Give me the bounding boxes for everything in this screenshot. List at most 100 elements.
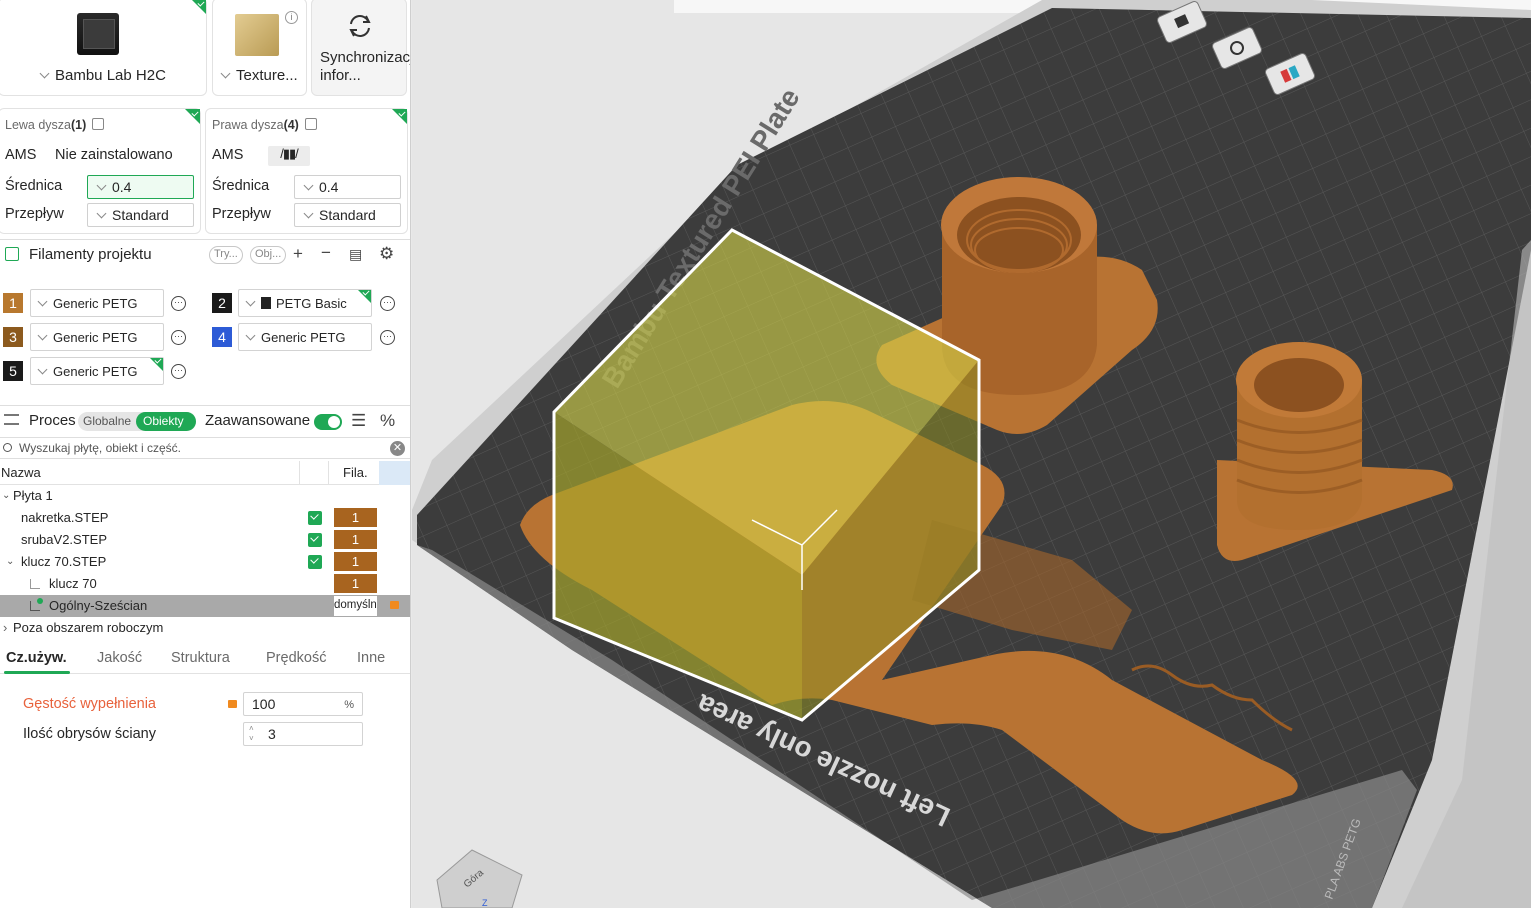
edit-icon[interactable] xyxy=(92,118,105,130)
tree-row[interactable]: ⌄ klucz 70.STEP 1 xyxy=(0,551,410,573)
tab-speed[interactable]: Prędkość xyxy=(266,650,326,666)
right-diameter-select[interactable]: 0.4 xyxy=(294,175,401,199)
sync-button[interactable]: Synchronizacja infor... xyxy=(311,0,411,96)
filament-select[interactable]: Generic PETG xyxy=(30,323,164,351)
layers-icon xyxy=(4,414,19,425)
check-badge-icon xyxy=(185,109,200,124)
edit-icon[interactable] xyxy=(304,118,317,130)
filament-icon xyxy=(5,247,19,261)
plate-card[interactable]: i Texture... xyxy=(212,0,307,96)
left-diameter-select[interactable]: 0.4 xyxy=(87,175,194,199)
printer-selector[interactable]: Bambu Lab H2C xyxy=(39,67,166,84)
walls-stepper[interactable]: ˄ ˅ 3 xyxy=(243,722,363,746)
filament-pill-2[interactable]: Obj... xyxy=(250,246,287,264)
more-icon[interactable]: ··· xyxy=(171,296,186,311)
left-flow-select[interactable]: Standard xyxy=(87,203,194,227)
scope-global[interactable]: Globalne xyxy=(83,414,131,428)
tab-structure[interactable]: Struktura xyxy=(171,650,230,666)
filament-select[interactable]: Generic PETG xyxy=(30,289,164,317)
scene[interactable]: Bambu Textured PEI Plate Left nozzle onl… xyxy=(412,0,1531,908)
ams-status: Nie zainstalowano xyxy=(55,147,173,163)
add-icon[interactable]: + xyxy=(293,245,303,262)
plate-name: Texture... xyxy=(236,67,298,84)
walls-label: Ilość obrysów ściany xyxy=(23,726,156,742)
tree-row[interactable]: ⌄ Płyta 1 xyxy=(0,485,410,507)
tab-underline xyxy=(4,671,70,674)
filament-swatch[interactable]: 4 xyxy=(212,327,232,347)
ams-label: AMS xyxy=(5,147,37,163)
object-search[interactable]: Wyszukaj płytę, obiekt i część. ✕ xyxy=(0,437,410,459)
right-flow-select[interactable]: Standard xyxy=(294,203,401,227)
3d-viewport[interactable]: Bambu Textured PEI Plate Left nozzle onl… xyxy=(412,0,1531,908)
filaments-header: Filamenty projektu Try... Obj... + − ▤ ⚙ xyxy=(0,239,410,269)
filament-sync-icon[interactable]: ▤ xyxy=(349,247,362,261)
process-title: Proces xyxy=(29,412,76,429)
filament-swatch[interactable]: 5 xyxy=(3,361,23,381)
tree-row-selected[interactable]: Ogólny-Sześcian domyślne xyxy=(0,595,410,617)
filament-select[interactable]: PETG Basic xyxy=(238,289,372,317)
printer-card[interactable]: Bambu Lab H2C xyxy=(0,0,207,96)
col-fila[interactable]: Fila. xyxy=(343,465,368,480)
filament-number[interactable]: 1 xyxy=(334,552,377,571)
flow-label: Przepływ xyxy=(212,206,271,222)
scope-objects[interactable]: Obiekty xyxy=(143,414,184,428)
right-nozzle-card: Prawa dysza(4) AMS /▮▮/ Średnica 0.4 Prz… xyxy=(205,108,408,234)
expand-icon[interactable]: ⌄ xyxy=(2,490,10,501)
filament-pill-1[interactable]: Try... xyxy=(209,246,243,264)
more-icon[interactable]: ··· xyxy=(380,330,395,345)
filament-number[interactable]: 1 xyxy=(334,574,377,593)
more-icon[interactable]: ··· xyxy=(171,364,186,379)
plate-selector[interactable]: Texture... xyxy=(220,67,298,84)
col-name[interactable]: Nazwa xyxy=(1,465,41,480)
expand-icon[interactable]: ⌄ xyxy=(6,556,14,567)
stepper-arrows-icon: ˄ ˅ xyxy=(249,724,254,743)
filament-swatch[interactable]: 3 xyxy=(3,327,23,347)
lock-icon[interactable] xyxy=(228,700,237,708)
filament-swatch[interactable]: 2 xyxy=(212,293,232,313)
visible-checkbox[interactable] xyxy=(308,555,322,569)
search-input[interactable]: Wyszukaj płytę, obiekt i część. xyxy=(19,441,181,455)
diameter-label: Średnica xyxy=(212,178,270,194)
more-icon[interactable]: ··· xyxy=(171,330,186,345)
sync-label: Synchronizacja infor... xyxy=(320,49,411,84)
filaments-title: Filamenty projektu xyxy=(29,246,152,263)
filament-number[interactable]: 1 xyxy=(334,508,377,527)
search-icon xyxy=(3,443,12,452)
left-panel: Bambu Lab H2C i Texture... Synchronizacj… xyxy=(0,0,411,908)
tree-row[interactable]: nakretka.STEP 1 xyxy=(0,507,410,529)
printer-name: Bambu Lab H2C xyxy=(55,67,166,84)
tab-quality[interactable]: Jakość xyxy=(97,650,142,666)
tab-other[interactable]: Inne xyxy=(357,650,385,666)
visible-checkbox[interactable] xyxy=(308,533,322,547)
tree-row[interactable]: srubaV2.STEP 1 xyxy=(0,529,410,551)
infill-label: Gęstość wypełnienia xyxy=(23,696,156,712)
gear-icon[interactable]: ⚙ xyxy=(379,245,394,262)
filament-select[interactable]: Generic PETG xyxy=(30,357,164,385)
filament-default[interactable]: domyślne xyxy=(334,596,377,616)
sync-icon xyxy=(349,15,371,37)
info-icon[interactable]: i xyxy=(285,11,298,24)
lock-icon[interactable] xyxy=(390,601,399,609)
filament-swatch[interactable]: 1 xyxy=(3,293,23,313)
remove-icon[interactable]: − xyxy=(321,244,331,261)
filament-select[interactable]: Generic PETG xyxy=(238,323,372,351)
percent-icon[interactable]: % xyxy=(380,412,395,429)
infill-input[interactable]: 100 % xyxy=(243,692,363,716)
chevron-down-icon xyxy=(220,68,231,79)
filament-number[interactable]: 1 xyxy=(334,530,377,549)
diameter-label: Średnica xyxy=(5,178,63,194)
visible-checkbox[interactable] xyxy=(308,511,322,525)
more-icon[interactable]: ··· xyxy=(380,296,395,311)
param-tabs: Cz.używ. Jakość Struktura Prędkość Inne xyxy=(0,645,410,674)
tree-row[interactable]: klucz 70 1 xyxy=(0,573,410,595)
ams-unit-icon[interactable]: /▮▮/ xyxy=(268,146,310,166)
tree-row[interactable]: › Poza obszarem roboczym xyxy=(0,617,410,639)
left-nozzle-card: Lewa dysza(1) AMS Nie zainstalowano Śred… xyxy=(0,108,201,234)
nav-cube-axis: Z xyxy=(482,898,488,908)
tab-commonly-used[interactable]: Cz.używ. xyxy=(6,650,67,666)
list-icon[interactable]: ☰ xyxy=(351,412,366,429)
advanced-toggle[interactable] xyxy=(314,414,342,430)
collapse-icon[interactable]: › xyxy=(3,620,7,635)
nav-cube[interactable]: Góra Z xyxy=(436,849,523,908)
clear-icon[interactable]: ✕ xyxy=(390,441,405,456)
